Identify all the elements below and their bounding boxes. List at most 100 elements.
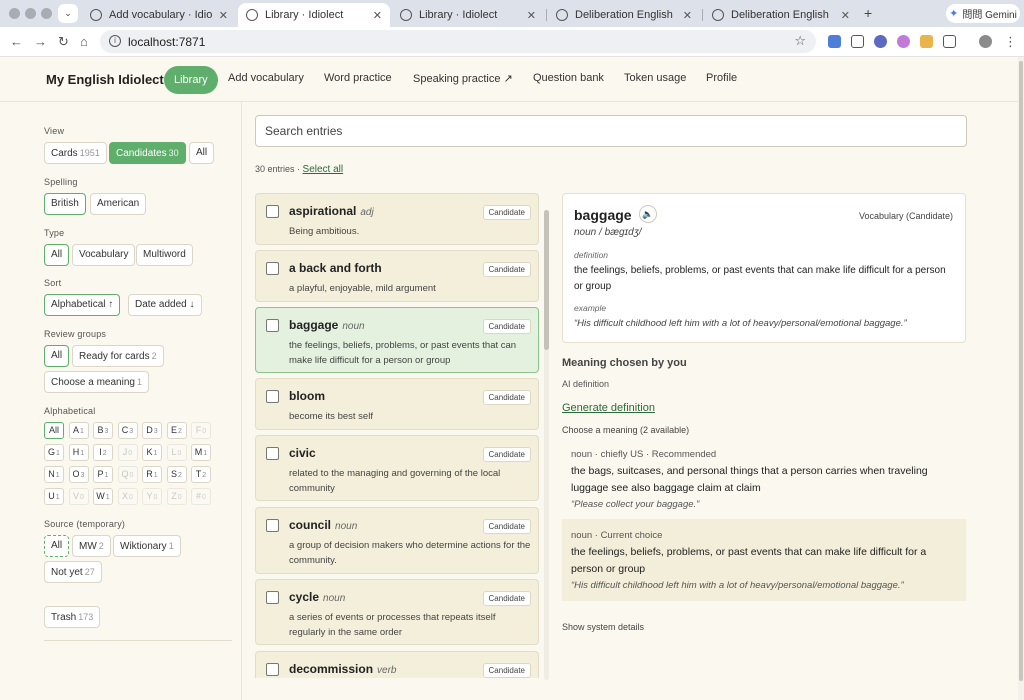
tab-search-dropdown-icon[interactable]: ⌄ <box>58 4 78 23</box>
extension-translate-icon[interactable] <box>828 35 841 48</box>
type-vocabulary-chip[interactable]: Vocabulary <box>72 244 136 266</box>
extension-purple-icon[interactable] <box>897 35 910 48</box>
letter-chip[interactable]: X0 <box>117 488 138 505</box>
browser-tab-deliberation-2[interactable]: Deliberation English ✕ <box>704 3 858 27</box>
entry-checkbox[interactable] <box>266 319 279 332</box>
letter-chip[interactable]: C3 <box>117 422 138 439</box>
extension-reader-icon[interactable] <box>851 35 864 48</box>
entry-checkbox[interactable] <box>266 447 279 460</box>
entry-checkbox[interactable] <box>266 390 279 403</box>
nav-library[interactable]: Library <box>164 66 218 94</box>
search-input[interactable] <box>255 115 967 147</box>
profile-avatar-icon[interactable] <box>979 35 992 48</box>
speaker-icon[interactable]: 🔈 <box>639 205 657 223</box>
letter-chip[interactable]: U1 <box>44 488 64 505</box>
entry-checkbox[interactable] <box>266 262 279 275</box>
reload-icon[interactable]: ↻ <box>58 34 69 50</box>
letter-chip[interactable]: E2 <box>166 422 187 439</box>
spelling-american-chip[interactable]: American <box>90 193 147 215</box>
browser-menu-icon[interactable]: ⋮ <box>1004 34 1017 50</box>
browser-tab-library[interactable]: Library · Idiolect ✕ <box>392 3 544 27</box>
letter-chip[interactable]: #0 <box>191 488 211 505</box>
letter-chip[interactable]: R1 <box>142 466 162 483</box>
letter-chip[interactable]: D3 <box>142 422 162 439</box>
letter-chip[interactable]: H1 <box>68 444 89 461</box>
nav-speaking-practice[interactable]: Speaking practice ↗ <box>413 72 513 85</box>
nav-profile[interactable]: Profile <box>706 72 737 84</box>
entry-checkbox[interactable] <box>266 591 279 604</box>
sort-date-added-chip[interactable]: Date added ↓ <box>128 294 202 316</box>
review-choose-meaning-chip[interactable]: Choose a meaning 1 <box>44 371 149 393</box>
close-icon[interactable]: ✕ <box>219 9 228 22</box>
close-icon[interactable]: ✕ <box>841 9 850 22</box>
letter-chip[interactable]: I2 <box>93 444 113 461</box>
entry-card[interactable]: aspirational adj Candidate Being ambitious. <box>255 193 539 245</box>
letter-chip[interactable]: A1 <box>68 422 89 439</box>
window-close-button[interactable] <box>9 8 20 19</box>
trash-chip[interactable]: Trash 173 <box>44 606 101 628</box>
entry-card[interactable]: civic Candidate related to the managing an… <box>255 435 539 501</box>
meaning-option-recommended[interactable]: noun · chiefly US · Recommended the bags… <box>562 441 966 517</box>
entry-checkbox[interactable] <box>266 205 279 218</box>
home-icon[interactable]: ⌂ <box>80 34 88 49</box>
extensions-puzzle-icon[interactable] <box>943 35 956 48</box>
nav-token-usage[interactable]: Token usage <box>624 72 686 84</box>
letter-chip[interactable]: B3 <box>93 422 113 439</box>
letter-chip[interactable]: Z0 <box>166 488 187 505</box>
browser-tab-library-active[interactable]: Library · Idiolect ✕ <box>238 3 390 27</box>
new-tab-icon[interactable]: + <box>864 5 872 21</box>
letter-chip[interactable]: W1 <box>93 488 113 505</box>
extension-d-icon[interactable] <box>874 35 887 48</box>
close-icon[interactable]: ✕ <box>683 9 692 22</box>
view-candidates-chip[interactable]: Candidates 30 <box>109 142 186 164</box>
gemini-button[interactable]: ✦ 問問 Gemini <box>946 4 1020 23</box>
letter-chip[interactable]: N1 <box>44 466 64 483</box>
browser-tab-deliberation-1[interactable]: Deliberation English ✕ <box>548 3 700 27</box>
letter-chip[interactable]: J0 <box>117 444 138 461</box>
letter-chip[interactable]: Q0 <box>117 466 138 483</box>
forward-arrow-icon[interactable]: → <box>34 34 47 49</box>
review-all-chip[interactable]: All <box>44 345 70 367</box>
browser-tab-add-vocabulary[interactable]: Add vocabulary · Idiolect ✕ <box>82 3 236 27</box>
letter-chip[interactable]: T2 <box>191 466 211 483</box>
letter-chip[interactable]: M1 <box>191 444 211 461</box>
extension-star-icon[interactable] <box>920 35 933 48</box>
close-icon[interactable]: ✕ <box>373 9 382 22</box>
source-wiktionary-chip[interactable]: Wiktionary 1 <box>113 535 181 557</box>
generate-definition-link[interactable]: Generate definition <box>562 402 655 414</box>
entry-card[interactable]: bloom Candidate become its best self <box>255 378 539 430</box>
spelling-british-chip[interactable]: British <box>44 193 86 215</box>
letter-chip[interactable]: P1 <box>93 466 113 483</box>
meaning-option-current[interactable]: noun · Current choice the feelings, beli… <box>562 519 966 601</box>
back-arrow-icon[interactable]: ← <box>10 34 23 49</box>
entry-card[interactable]: council noun Candidate a group of decision … <box>255 507 539 574</box>
nav-question-bank[interactable]: Question bank <box>533 72 604 84</box>
entry-card[interactable]: decommission verb Candidate <box>255 651 539 678</box>
source-not-yet-chip[interactable]: Not yet 27 <box>44 561 102 583</box>
view-cards-chip[interactable]: Cards 1951 <box>44 142 107 164</box>
entry-card[interactable]: baggage noun Candidate the feelings, belief… <box>255 307 539 373</box>
source-all-chip[interactable]: All <box>44 535 70 557</box>
view-all-chip[interactable]: All <box>189 142 215 164</box>
letter-chip[interactable]: G1 <box>44 444 64 461</box>
review-ready-chip[interactable]: Ready for cards 2 <box>72 345 164 367</box>
url-text[interactable]: localhost:7871 <box>128 35 205 49</box>
source-mw-chip[interactable]: MW 2 <box>72 535 111 557</box>
entry-card[interactable]: cycle noun Candidate a series of events or … <box>255 579 539 645</box>
entry-checkbox[interactable] <box>266 519 279 532</box>
entry-checkbox[interactable] <box>266 663 279 676</box>
type-all-chip[interactable]: All <box>44 244 70 266</box>
type-multiword-chip[interactable]: Multiword <box>136 244 193 266</box>
entry-card[interactable]: a back and forth Candidate a playful, enjo… <box>255 250 539 302</box>
letter-chip[interactable]: V0 <box>68 488 89 505</box>
letter-chip[interactable]: S2 <box>166 466 187 483</box>
letter-chip[interactable]: K1 <box>142 444 162 461</box>
window-zoom-button[interactable] <box>41 8 52 19</box>
entry-list-scrollbar[interactable] <box>544 210 549 680</box>
page-scrollbar[interactable] <box>1018 57 1024 700</box>
letter-chip[interactable]: Y0 <box>142 488 162 505</box>
letter-all-chip[interactable]: All <box>44 422 64 439</box>
nav-word-practice[interactable]: Word practice <box>324 72 392 84</box>
show-system-details-link[interactable]: Show system details <box>562 622 644 632</box>
letter-chip[interactable]: F0 <box>191 422 211 439</box>
